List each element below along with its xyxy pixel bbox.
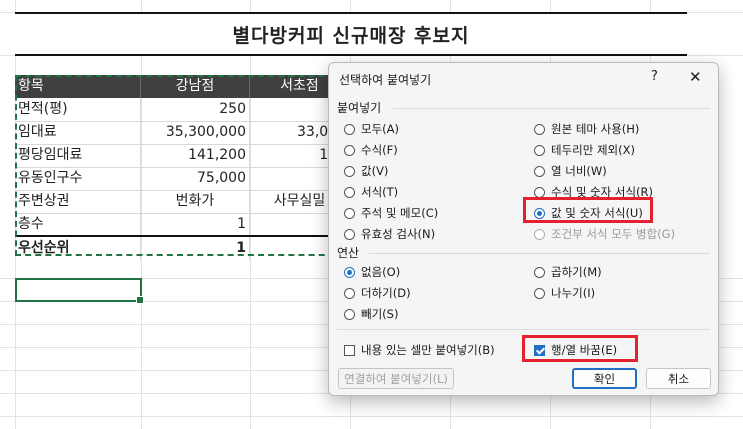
cell-value[interactable]: 번화가: [141, 190, 250, 213]
header-item[interactable]: 항목: [15, 75, 141, 98]
radio-op-add[interactable]: 더하기(D): [344, 285, 411, 301]
sheet-title: 별다방커피 신규매장 후보지: [15, 12, 687, 56]
radio-comments[interactable]: 주석 및 메모(C): [344, 205, 438, 221]
cell-value[interactable]: 250: [141, 98, 250, 121]
divider: [393, 108, 710, 109]
radio-merge-conditional: 조건부 서식 모두 병합(G): [534, 226, 675, 242]
option-label: 유효성 검사(N): [361, 227, 436, 241]
radio-icon: [344, 207, 355, 219]
checkbox-icon: [344, 344, 355, 356]
radio-except-borders[interactable]: 테두리만 제외(X): [534, 142, 635, 158]
paste-link-button: 연결하여 붙여넣기(L): [338, 368, 454, 389]
radio-icon: [344, 308, 355, 320]
skip-blanks-checkbox[interactable]: 내용 있는 셀만 붙여넣기(B): [344, 342, 495, 358]
radio-icon: [344, 186, 355, 198]
table-row: 층수 1: [15, 213, 350, 236]
radio-source-theme[interactable]: 원본 테마 사용(H): [534, 121, 639, 137]
radio-icon: [344, 165, 355, 177]
ok-button[interactable]: 확인: [572, 368, 637, 389]
radio-formats[interactable]: 서식(T): [344, 184, 398, 200]
cancel-button[interactable]: 취소: [646, 368, 711, 389]
option-label: 원본 테마 사용(H): [551, 122, 640, 136]
close-button[interactable]: ✕: [689, 68, 702, 86]
option-label: 주석 및 메모(C): [361, 206, 439, 220]
radio-icon: [534, 186, 545, 198]
radio-op-none[interactable]: 없음(O): [344, 264, 400, 280]
radio-values[interactable]: 값(V): [344, 163, 388, 179]
row-label[interactable]: 면적(평): [15, 98, 141, 121]
operation-section-label: 연산: [337, 246, 360, 260]
radio-icon: [344, 144, 355, 156]
cell-value[interactable]: 35,300,000: [141, 121, 250, 144]
dialog-title: 선택하여 붙여넣기: [339, 73, 432, 87]
option-label: 값(V): [361, 164, 389, 178]
radio-values-number-formats[interactable]: 값 및 숫자 서식(U): [534, 205, 643, 221]
radio-op-divide[interactable]: 나누기(I): [534, 285, 595, 301]
radio-op-multiply[interactable]: 곱하기(M): [534, 264, 602, 280]
cell-value[interactable]: 75,000: [141, 167, 250, 190]
row-label[interactable]: 임대료: [15, 121, 141, 144]
header-gangnam[interactable]: 강남점: [141, 75, 250, 98]
paste-section-label: 붙여넣기: [337, 101, 382, 115]
radio-formulas-number-formats[interactable]: 수식 및 숫자 서식(R): [534, 184, 653, 200]
row-label[interactable]: 유동인구수: [15, 167, 141, 190]
radio-validation[interactable]: 유효성 검사(N): [344, 226, 435, 242]
radio-column-widths[interactable]: 열 너비(W): [534, 163, 607, 179]
table-row-priority: 우선순위 1: [15, 235, 350, 260]
checkbox-checked-icon: [534, 344, 545, 356]
option-label: 나누기(I): [551, 286, 596, 300]
table-row: 임대료 35,300,000 33,000: [15, 121, 350, 145]
row-label[interactable]: 층수: [15, 213, 141, 236]
paste-special-dialog: 선택하여 붙여넣기 ? ✕ 붙여넣기 모두(A) 수식(F) 값(V) 서식(T…: [328, 62, 719, 396]
table-row: 평당임대료 141,200 157: [15, 144, 350, 168]
divider: [369, 253, 710, 254]
option-label: 서식(T): [361, 185, 399, 199]
table-header-row: 항목 강남점 서초점: [15, 75, 350, 98]
option-label: 수식(F): [361, 143, 398, 157]
option-label: 조건부 서식 모두 병합(G): [551, 227, 676, 241]
radio-icon: [534, 266, 545, 278]
cell-value[interactable]: 141,200: [141, 144, 250, 167]
table-row: 유동인구수 75,000 68: [15, 167, 350, 191]
row-label[interactable]: 평당임대료: [15, 144, 141, 167]
row-label[interactable]: 주변상권: [15, 190, 141, 213]
row-label[interactable]: 우선순위: [15, 237, 141, 260]
divider: [337, 329, 710, 330]
radio-icon: [344, 228, 355, 240]
radio-icon: [344, 123, 355, 135]
radio-icon: [534, 228, 545, 240]
radio-op-subtract[interactable]: 빼기(S): [344, 306, 398, 322]
radio-formulas[interactable]: 수식(F): [344, 142, 398, 158]
option-label: 곱하기(M): [551, 265, 602, 279]
option-label: 더하기(D): [361, 286, 411, 300]
radio-all[interactable]: 모두(A): [344, 121, 399, 137]
cell-value[interactable]: 1: [141, 213, 250, 236]
option-label: 내용 있는 셀만 붙여넣기(B): [361, 343, 495, 357]
active-cell[interactable]: [15, 278, 144, 304]
option-label: 수식 및 숫자 서식(R): [551, 185, 653, 199]
table-row: 면적(평) 250: [15, 98, 350, 122]
option-label: 행/열 바꿈(E): [551, 343, 618, 357]
option-label: 값 및 숫자 서식(U): [551, 206, 643, 220]
table-row: 주변상권 번화가 사무실밀: [15, 190, 350, 214]
option-label: 모두(A): [361, 122, 399, 136]
option-label: 없음(O): [361, 265, 401, 279]
radio-icon: [344, 287, 355, 299]
option-label: 테두리만 제외(X): [551, 143, 635, 157]
help-button[interactable]: ?: [651, 69, 658, 84]
cell-value[interactable]: 1: [141, 237, 250, 260]
radio-icon: [534, 123, 545, 135]
radio-icon: [534, 287, 545, 299]
radio-selected-icon: [344, 266, 355, 278]
radio-icon: [534, 144, 545, 156]
option-label: 빼기(S): [361, 307, 399, 321]
radio-selected-icon: [534, 207, 545, 219]
transpose-checkbox[interactable]: 행/열 바꿈(E): [534, 342, 617, 358]
option-label: 열 너비(W): [551, 164, 607, 178]
radio-icon: [534, 165, 545, 177]
